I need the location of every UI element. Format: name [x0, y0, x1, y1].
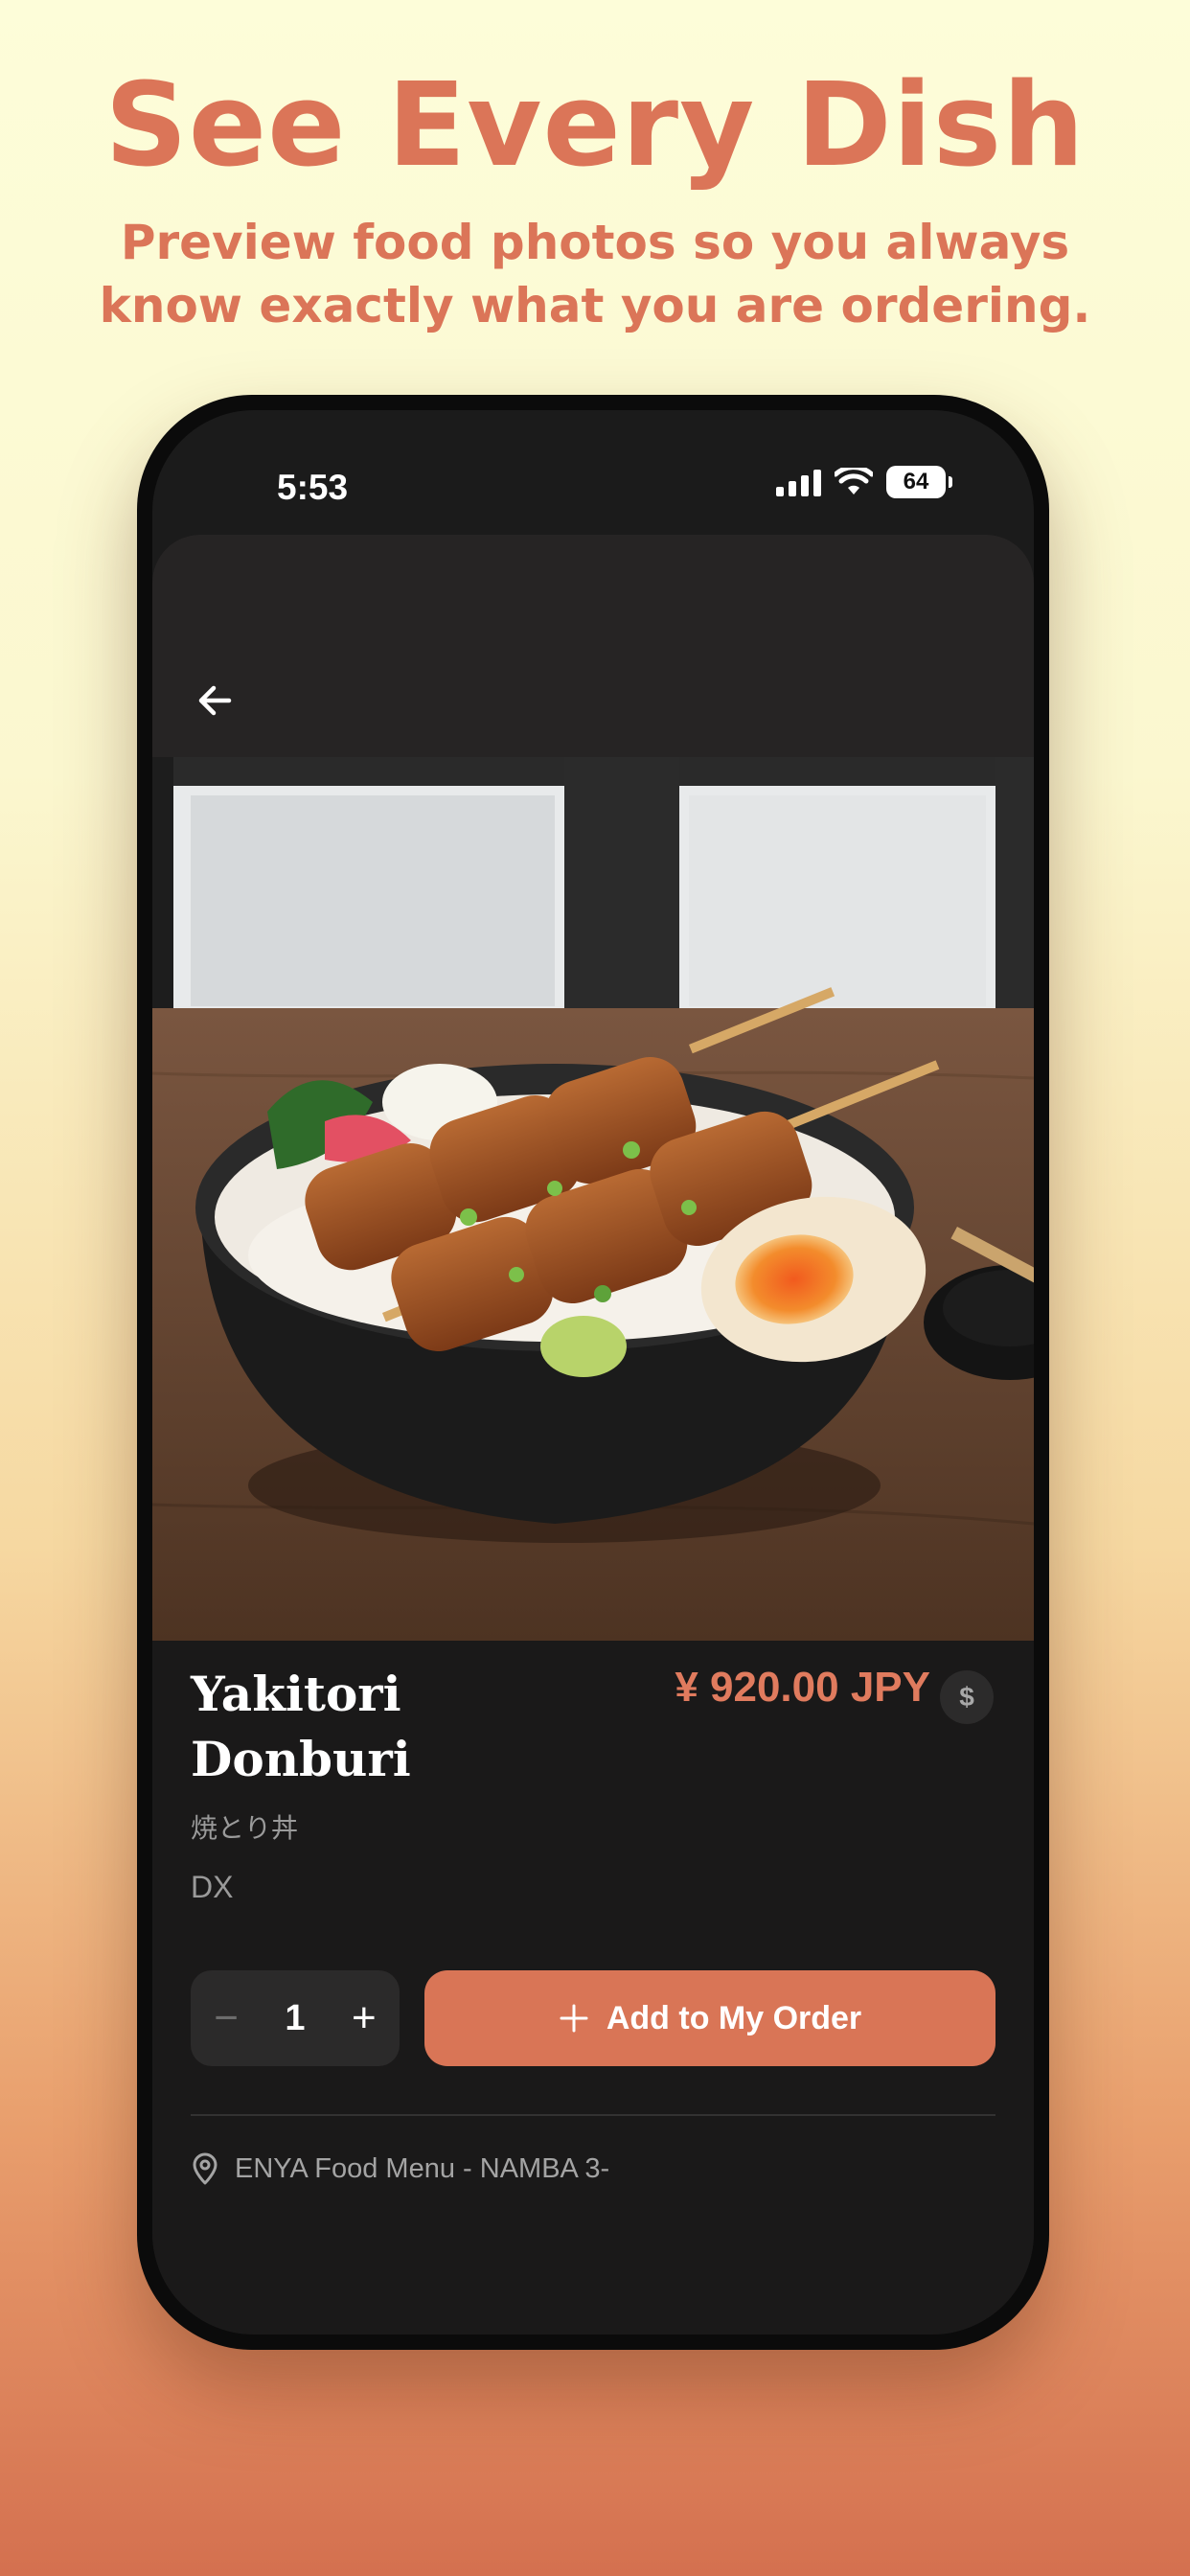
sheet-header [152, 535, 1034, 757]
restaurant-location: ENYA Food Menu - NAMBA 3- [191, 2152, 609, 2185]
quantity-stepper: − 1 + [191, 1970, 400, 2066]
dish-detail-sheet: Yakitori Donburi ¥ 920.00 JPY $ 焼とり丼 DX … [152, 535, 1034, 2334]
battery-icon: 64 [886, 466, 952, 498]
phone-frame: 5:53 64 Yakitori Donburi ¥ 920.00 JPY $ … [137, 395, 1049, 2350]
promo-subline: Preview food photos so you always know e… [99, 215, 1091, 334]
wifi-icon [835, 468, 873, 494]
status-icons: 64 [776, 466, 952, 498]
phone-screen: 5:53 64 Yakitori Donburi ¥ 920.00 JPY $ … [152, 410, 1034, 2334]
plus-icon [560, 2004, 588, 2033]
dish-price: ¥ 920.00 JPY [675, 1664, 930, 1711]
dish-variant: DX [191, 1870, 234, 1904]
dish-name: Yakitori Donburi [191, 1666, 411, 1787]
location-pin-icon [193, 2152, 217, 2185]
dish-name-japanese: 焼とり丼 [191, 1813, 299, 1843]
divider [191, 2114, 995, 2116]
status-time: 5:53 [277, 468, 349, 507]
cellular-signal-icon [776, 468, 821, 496]
location-text: ENYA Food Menu - NAMBA 3- [235, 2152, 610, 2184]
add-to-order-label: Add to My Order [606, 1999, 862, 2036]
dish-photo-illustration [152, 757, 1034, 1641]
currency-toggle-button[interactable]: $ [940, 1670, 994, 1724]
decrease-quantity-button[interactable]: − [214, 1994, 239, 2042]
quantity-value: 1 [285, 1997, 306, 2038]
increase-quantity-button[interactable]: + [352, 1994, 377, 2042]
add-to-order-button[interactable]: Add to My Order [424, 1970, 995, 2066]
dish-photo [152, 757, 1034, 1641]
promo-headline: See Every Dish [104, 59, 1086, 193]
arrow-left-icon[interactable] [191, 677, 239, 724]
